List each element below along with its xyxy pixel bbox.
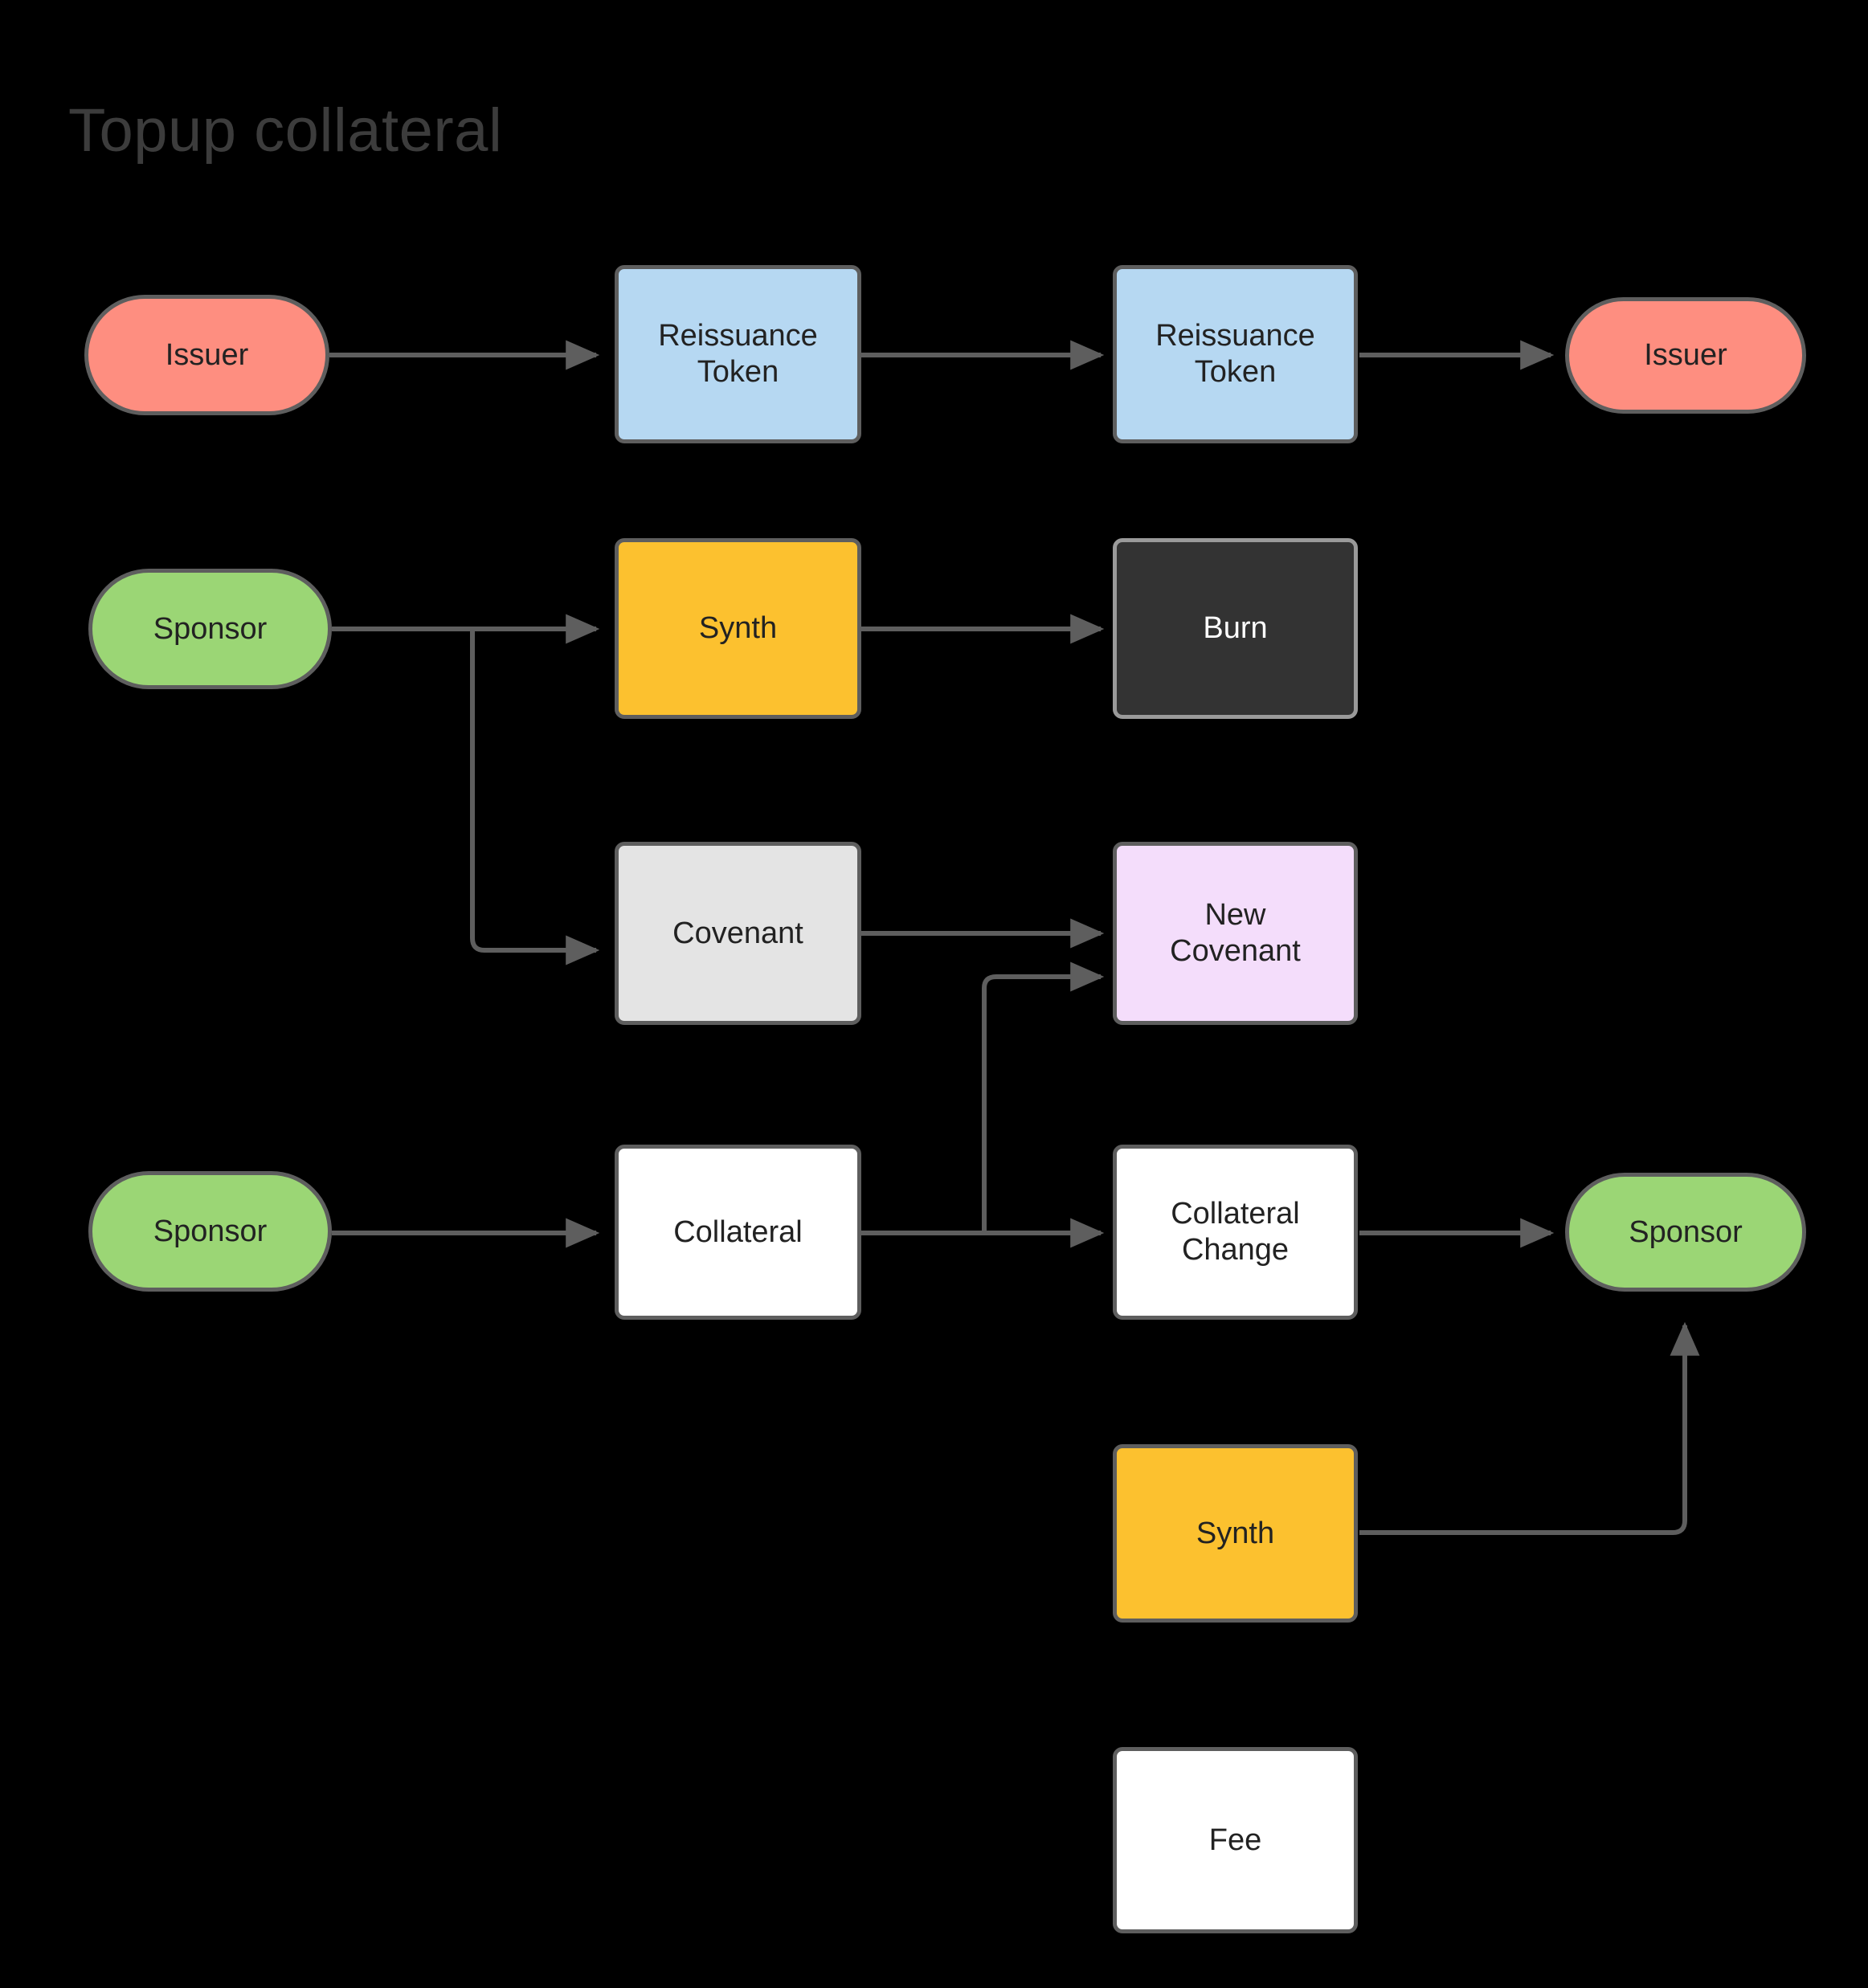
node-label: Issuer [1644,338,1727,373]
node-collateral[interactable]: Collateral [615,1145,861,1320]
node-label: Sponsor [1629,1214,1743,1249]
edge-sponsor-to-covenant [470,629,600,965]
node-sponsor-synth[interactable]: Sponsor [88,569,332,689]
node-issuer-input[interactable]: Issuer [84,295,329,415]
node-synth-output[interactable]: Synth [1113,1444,1358,1623]
node-label: Reissuance Token [658,319,818,389]
node-reissuance-token-input[interactable]: Reissuance Token [615,265,861,443]
node-collateral-change[interactable]: Collateral Change [1113,1145,1358,1320]
diagram-canvas: Topup collateral Issuer Reissuance Token… [0,0,1868,1988]
node-label: Sponsor [153,611,268,646]
node-burn[interactable]: Burn [1113,538,1358,719]
node-label: Collateral Change [1171,1197,1300,1267]
diagram-title: Topup collateral [68,96,503,165]
node-fee[interactable]: Fee [1113,1747,1358,1933]
node-covenant[interactable]: Covenant [615,842,861,1025]
node-reissuance-token-output[interactable]: Reissuance Token [1113,265,1358,443]
node-label: Covenant [672,916,803,950]
node-label: Issuer [165,337,249,372]
node-issuer-output[interactable]: Issuer [1565,297,1806,414]
node-label: Collateral [673,1214,803,1249]
node-label: Sponsor [153,1214,268,1248]
node-label: Reissuance Token [1155,319,1315,389]
node-sponsor-collateral[interactable]: Sponsor [88,1171,332,1292]
node-sponsor-output[interactable]: Sponsor [1565,1173,1806,1292]
node-label: Fee [1208,1823,1262,1857]
node-label: New Covenant [1170,898,1301,968]
node-label: Burn [1203,611,1268,646]
node-synth-input[interactable]: Synth [615,538,861,719]
edge-collateral-to-newcovenant [982,961,1105,1233]
edge-synth-to-sponsor [1359,1321,1700,1535]
node-label: Synth [1196,1516,1275,1550]
node-new-covenant[interactable]: New Covenant [1113,842,1358,1025]
node-label: Synth [698,611,778,646]
